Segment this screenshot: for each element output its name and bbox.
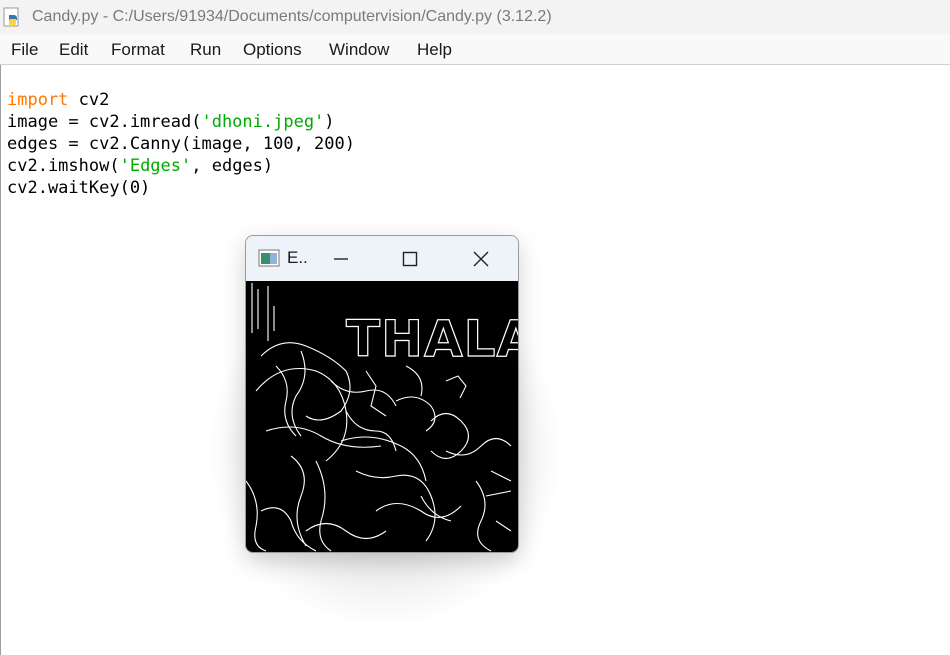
code-fragment: , edges) xyxy=(191,156,274,176)
code-line-2: image = cv2.imread('dhoni.jpeg') xyxy=(7,111,355,133)
edges-image-svg: THALA xyxy=(246,283,518,552)
close-button[interactable] xyxy=(461,244,501,274)
menu-window[interactable]: Window xyxy=(329,40,389,60)
menu-help[interactable]: Help xyxy=(417,40,452,60)
opencv-window-icon xyxy=(258,249,280,267)
code-fragment: image = cv2.imread( xyxy=(7,112,202,132)
code-fragment: ) xyxy=(324,112,335,132)
minimize-button[interactable] xyxy=(321,244,361,274)
menu-format[interactable]: Format xyxy=(111,40,165,60)
code-line-5: cv2.waitKey(0) xyxy=(7,178,151,198)
menu-options[interactable]: Options xyxy=(243,40,302,60)
edges-window-titlebar[interactable]: E.. xyxy=(246,236,518,281)
maximize-icon xyxy=(402,251,418,267)
code-line-3: edges = cv2.Canny(image, 100, 200) xyxy=(7,134,355,154)
thala-text: THALA xyxy=(346,310,518,368)
close-icon xyxy=(473,251,489,267)
menu-edit[interactable]: Edit xyxy=(59,40,88,60)
code-fragment: cv2.imshow( xyxy=(7,156,120,176)
code-line-1: import cv2 xyxy=(7,89,355,111)
title-bar: Candy.py - C:/Users/91934/Documents/comp… xyxy=(0,0,950,34)
python-file-icon xyxy=(3,7,19,27)
code-line-4: cv2.imshow('Edges', edges) xyxy=(7,155,355,177)
window-title: Candy.py - C:/Users/91934/Documents/comp… xyxy=(32,8,552,25)
code-text: import cv2 image = cv2.imread('dhoni.jpeg… xyxy=(7,67,355,243)
edges-image: THALA xyxy=(246,281,518,552)
minimize-icon xyxy=(334,258,348,260)
edges-window[interactable]: E.. THALA xyxy=(245,235,519,553)
keyword-import: import xyxy=(7,90,69,110)
menu-bar: File Edit Format Run Options Window Help xyxy=(0,34,950,65)
menu-file[interactable]: File xyxy=(11,40,38,60)
code-fragment: cv2 xyxy=(68,90,110,110)
string-literal: 'Edges' xyxy=(119,156,192,176)
menu-run[interactable]: Run xyxy=(190,40,221,60)
string-literal: 'dhoni.jpeg' xyxy=(201,112,325,132)
maximize-button[interactable] xyxy=(390,244,430,274)
edges-window-title: E.. xyxy=(287,248,308,267)
